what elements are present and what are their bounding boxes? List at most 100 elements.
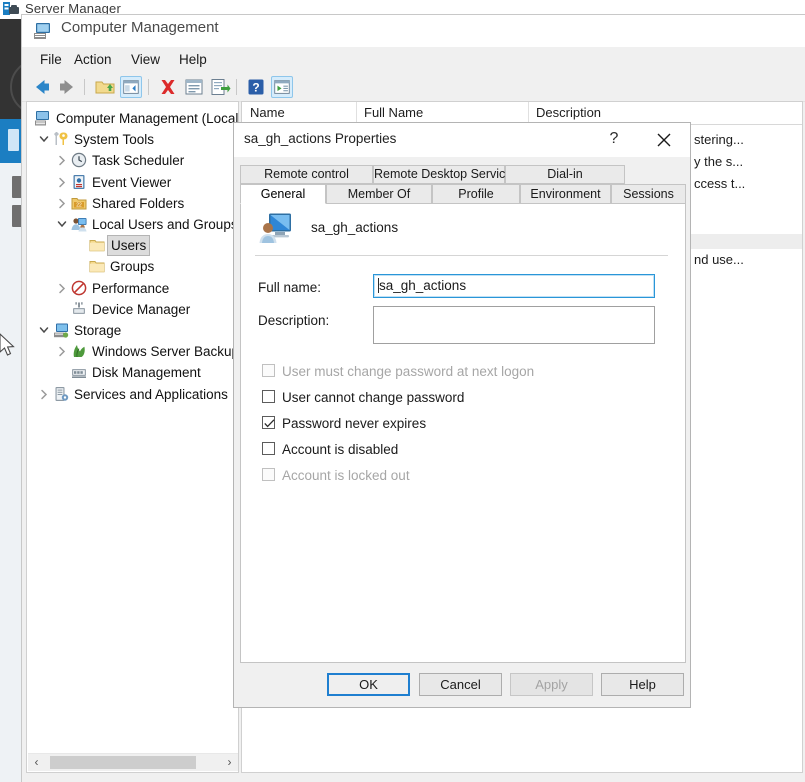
menu-view[interactable]: View: [127, 51, 164, 69]
cancel-button[interactable]: Cancel: [419, 673, 502, 696]
chevron-down-icon[interactable]: [37, 320, 51, 341]
device-manager-icon: [71, 301, 87, 317]
nav-item-glyph: [8, 129, 19, 151]
tree-item-label: Disk Management: [92, 365, 201, 381]
tab-member-of[interactable]: Member Of: [326, 184, 432, 204]
menu-action[interactable]: Action: [70, 51, 116, 69]
checkbox-box[interactable]: [262, 416, 275, 429]
tree-item-label: Shared Folders: [92, 195, 185, 211]
general-tab-panel: sa_gh_actions Full name: sa_gh_actions D…: [240, 203, 686, 663]
back-arrow-icon[interactable]: [31, 76, 53, 98]
tree-item-services-and-applications[interactable]: Services and Applications: [27, 384, 238, 405]
dialog-body: Remote control Remote Desktop Services Pr…: [240, 165, 686, 663]
svg-text:22: 22: [76, 202, 82, 208]
services-applications-icon: [53, 386, 69, 402]
description-field[interactable]: [373, 306, 655, 344]
checkbox-label: User cannot change password: [282, 390, 465, 405]
system-tools-icon: [53, 131, 69, 147]
tree-horizontal-scrollbar[interactable]: ‹ ›: [28, 753, 238, 771]
tree-item-label: Groups: [110, 259, 155, 275]
show-action-pane-icon[interactable]: [271, 76, 293, 98]
chevron-down-icon[interactable]: [55, 214, 69, 235]
tree-item-event-viewer[interactable]: Event Viewer: [27, 172, 238, 193]
close-x-icon[interactable]: [642, 123, 686, 155]
show-hide-tree-icon[interactable]: [120, 76, 142, 98]
tree-item-storage[interactable]: Storage: [27, 320, 238, 341]
tree-item-label: Services and Applications: [74, 386, 228, 402]
ok-button[interactable]: OK: [327, 673, 410, 696]
event-viewer-icon: [71, 174, 87, 190]
tree-item-groups[interactable]: Groups: [27, 256, 238, 277]
tree-item-label: Local Users and Groups: [92, 217, 238, 232]
chevron-right-icon[interactable]: [55, 172, 69, 193]
tree-item-label: Computer Management (Local: [56, 111, 239, 126]
column-header-name[interactable]: Name: [250, 105, 285, 120]
tab-profile[interactable]: Profile: [432, 184, 520, 204]
chevron-right-icon[interactable]: [37, 384, 51, 405]
local-users-groups-icon: [71, 216, 87, 232]
tab-sessions[interactable]: Sessions: [611, 184, 686, 204]
tab-remote-desktop-services-profile[interactable]: Remote Desktop Services Profile: [373, 165, 557, 184]
column-header-description[interactable]: Description: [536, 105, 601, 120]
tree-item-label: Windows Server Backup: [92, 344, 239, 360]
tree-item-performance[interactable]: Performance: [27, 278, 238, 299]
full-name-field[interactable]: sa_gh_actions: [373, 274, 655, 298]
scroll-left-arrow-icon[interactable]: ‹: [28, 754, 45, 771]
column-divider[interactable]: [528, 102, 529, 124]
forward-arrow-icon[interactable]: [56, 76, 78, 98]
tab-environment[interactable]: Environment: [520, 184, 611, 204]
tree-item-disk-management[interactable]: Disk Management: [27, 362, 238, 383]
help-button[interactable]: Help: [601, 673, 684, 696]
apply-button: Apply: [510, 673, 593, 696]
tree-item-users[interactable]: Users: [27, 235, 238, 257]
tree-item-system-tools[interactable]: System Tools: [27, 129, 238, 150]
menu-file[interactable]: File: [36, 51, 66, 69]
tree-item-label: Storage: [74, 323, 122, 338]
console-tree-pane[interactable]: Computer Management (Local System Tools Ta…: [26, 101, 239, 773]
checkbox-box[interactable]: [262, 442, 275, 455]
full-name-label: Full name:: [258, 280, 322, 295]
help-question-icon[interactable]: ?: [245, 76, 267, 98]
svg-text:?: ?: [252, 81, 259, 95]
column-header-full-name[interactable]: Full Name: [364, 105, 423, 120]
screen: Server Manager Computer Management File …: [0, 0, 805, 782]
toolbar-separator: [236, 79, 237, 95]
tab-remote-control[interactable]: Remote control: [240, 165, 373, 184]
list-description-fragment: nd use...: [694, 252, 744, 267]
computer-management-titlebar: Computer Management: [22, 15, 805, 47]
tree-item-local-users-and-groups[interactable]: Local Users and Groups: [27, 214, 238, 235]
tree-item-shared-folders[interactable]: 22 Shared Folders: [27, 193, 238, 214]
dialog-footer: OK Cancel Apply Help: [234, 663, 690, 707]
scroll-right-arrow-icon[interactable]: ›: [221, 754, 238, 771]
server-manager-icon: [3, 2, 19, 15]
text-caret: [378, 278, 379, 293]
menu-help[interactable]: Help: [175, 51, 211, 69]
column-divider[interactable]: [356, 102, 357, 124]
dialog-user-name: sa_gh_actions: [311, 220, 399, 235]
tab-row-top: Remote control Remote Desktop Services Pr…: [240, 165, 686, 184]
tree-item-windows-server-backup[interactable]: Windows Server Backup: [27, 341, 238, 362]
tree-item-label: Users: [107, 235, 151, 257]
chevron-down-icon[interactable]: [37, 129, 51, 150]
checkbox-label: Account is locked out: [282, 468, 410, 483]
tab-dial-in[interactable]: Dial-in: [505, 165, 625, 184]
user-account-icon: [259, 213, 291, 243]
scrollbar-thumb[interactable]: [50, 756, 196, 769]
shared-folders-icon: 22: [71, 195, 87, 211]
chevron-right-icon[interactable]: [55, 278, 69, 299]
delete-red-x-icon[interactable]: [157, 76, 179, 98]
tree-item-label: Device Manager: [92, 301, 191, 317]
chevron-right-icon[interactable]: [55, 341, 69, 362]
properties-icon[interactable]: [183, 76, 205, 98]
checkbox-box[interactable]: [262, 390, 275, 403]
tab-general[interactable]: General: [240, 184, 326, 204]
chevron-right-icon[interactable]: [55, 150, 69, 171]
dialog-help-button[interactable]: ?: [594, 123, 634, 155]
toolbar-separator: [84, 79, 85, 95]
up-folder-icon[interactable]: [94, 76, 116, 98]
tree-item-task-scheduler[interactable]: Task Scheduler: [27, 150, 238, 171]
tree-item-device-manager[interactable]: Device Manager: [27, 299, 238, 320]
tree-item-computer-management-local[interactable]: Computer Management (Local: [27, 108, 238, 129]
export-list-icon[interactable]: [209, 76, 231, 98]
chevron-right-icon[interactable]: [55, 193, 69, 214]
